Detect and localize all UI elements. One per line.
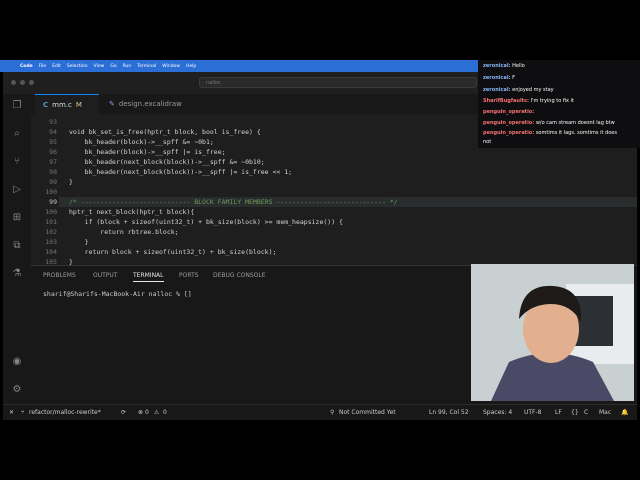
source-control-icon[interactable]: ⑂ xyxy=(11,156,23,168)
c-file-icon: C xyxy=(43,100,49,109)
code-line: } xyxy=(69,178,73,186)
code-line: bk_header(block)->__spff |= is_free; xyxy=(69,148,226,156)
line-number: 103 xyxy=(45,238,57,246)
panel-tab-problems[interactable]: PROBLEMS xyxy=(43,272,76,279)
code-line: return rbtree.block; xyxy=(69,228,179,236)
branch-name[interactable]: refactor/malloc-rewrite* xyxy=(29,409,101,416)
gear-icon[interactable]: ⚙ xyxy=(11,384,23,396)
code-line: } xyxy=(69,258,73,265)
menu-run[interactable]: Run xyxy=(123,64,132,69)
webcam-feed xyxy=(471,264,634,401)
run-debug-icon[interactable]: ▷ xyxy=(11,184,23,196)
line-number: 98 xyxy=(49,168,57,176)
code-line: bk_header(next_block(block))->__spff |= … xyxy=(69,168,293,176)
line-number: 96 xyxy=(49,148,57,156)
code-line: bk_header(block)->__spff &= ~0b1; xyxy=(69,138,214,146)
code-line: if (block + sizeof(uint32_t) + bk_size(b… xyxy=(69,218,343,226)
terminal-prompt[interactable]: sharif@Sharifs-MacBook-Air nalloc % [] xyxy=(43,290,192,298)
code-line: void bk_set_is_free(hptr_t block, bool i… xyxy=(69,128,261,136)
status-bar: ✕ ⑂ refactor/malloc-rewrite* ⟳ ⊗ 0 ⚠ 0 ⚲… xyxy=(3,404,637,420)
search-icon[interactable]: ⌕ xyxy=(11,128,23,140)
warning-count[interactable]: 0 xyxy=(163,409,167,416)
tab-label: design.excalidraw xyxy=(118,100,182,108)
minimize-window-button[interactable] xyxy=(20,80,25,85)
line-number: 100 xyxy=(45,188,57,196)
branch-icon: ⑂ xyxy=(21,409,25,416)
remote-indicator-icon[interactable]: ✕ xyxy=(9,409,14,416)
stream-chat-overlay: zeronical: Hello zeronical: F zeronical:… xyxy=(478,60,640,148)
panel-tab-debug-console[interactable]: DEBUG CONSOLE xyxy=(213,272,266,279)
chat-message: zeronical: F xyxy=(483,75,516,81)
platform[interactable]: Mac xyxy=(599,409,611,416)
line-number: 104 xyxy=(45,248,57,256)
extensions-icon[interactable]: ⊞ xyxy=(11,212,23,224)
indentation[interactable]: Spaces: 4 xyxy=(483,409,512,416)
menu-window[interactable]: Window xyxy=(162,64,180,69)
code-line: return block + sizeof(uint32_t) + bk_siz… xyxy=(69,248,277,256)
tab-label: mm.c xyxy=(52,100,72,109)
sync-icon[interactable]: ⟳ xyxy=(121,409,126,416)
chat-message: penguin_operatio: w/o cam stream doesnt … xyxy=(483,120,615,126)
warning-icon: ⚠ xyxy=(154,409,160,416)
line-number: 93 xyxy=(49,118,57,126)
code-line: /* ---------------------------- BLOCK FA… xyxy=(69,198,398,206)
tab-mm-c[interactable]: C mm.c M xyxy=(35,94,99,114)
chat-message: not xyxy=(483,139,492,145)
encoding[interactable]: UTF-8 xyxy=(524,409,542,416)
activity-bar: ❐ ⌕ ⑂ ▷ ⊞ ⧉ ⚗ ◉ ⚙ xyxy=(3,94,31,404)
code-line: bk_header(next_block(block))->__spff &= … xyxy=(69,158,265,166)
chat-message: penguin_operatio: somtims it lags. somti… xyxy=(483,130,617,136)
menu-edit[interactable]: Edit xyxy=(52,64,61,69)
modified-badge: M xyxy=(75,100,82,109)
menu-terminal[interactable]: Terminal xyxy=(137,64,156,69)
menu-selection[interactable]: Selection xyxy=(67,64,88,69)
maximize-window-button[interactable] xyxy=(29,80,34,85)
line-number: 97 xyxy=(49,158,57,166)
line-ending[interactable]: LF xyxy=(555,409,562,416)
chat-message: zeronical: enjoyed my stay xyxy=(483,87,554,93)
chat-message: SharifBugfaults: I'm trying to fix it xyxy=(483,98,574,104)
explorer-icon[interactable]: ❐ xyxy=(11,100,23,112)
line-number: 102 xyxy=(45,228,57,236)
git-blame-status[interactable]: Not Committed Yet xyxy=(339,409,396,416)
testing-icon[interactable]: ⚗ xyxy=(11,268,23,280)
line-number: 101 xyxy=(45,218,57,226)
remote-icon[interactable]: ⧉ xyxy=(11,240,23,252)
language-mode[interactable]: C xyxy=(584,409,588,416)
line-number: 99 xyxy=(49,198,57,206)
panel-tab-ports[interactable]: PORTS xyxy=(179,272,199,279)
panel-tab-output[interactable]: OUTPUT xyxy=(93,272,117,279)
menu-help[interactable]: Help xyxy=(186,64,196,69)
bell-icon[interactable]: 🔔 xyxy=(621,409,628,416)
menu-go[interactable]: Go xyxy=(110,64,116,69)
webcam-person-image xyxy=(471,264,634,401)
error-icon: ⊗ xyxy=(138,409,144,416)
menu-view[interactable]: View xyxy=(94,64,105,69)
tab-design-excalidraw[interactable]: ✎ design.excalidraw xyxy=(101,94,187,114)
chat-message: penguin_operatio: xyxy=(483,109,535,115)
menu-file[interactable]: File xyxy=(39,64,47,69)
excalidraw-icon: ✎ xyxy=(109,100,115,108)
line-number: 99 xyxy=(49,178,57,186)
line-number: 100 xyxy=(45,208,57,216)
error-count[interactable]: 0 xyxy=(145,409,149,416)
git-blame-icon: ⚲ xyxy=(330,409,335,416)
line-number: 95 xyxy=(49,138,57,146)
braces-icon: {} xyxy=(571,409,579,416)
menubar-app[interactable]: Code xyxy=(20,64,33,69)
code-line: hptr_t next_block(hptr_t block){ xyxy=(69,208,195,216)
line-number: 105 xyxy=(45,258,57,265)
account-icon[interactable]: ◉ xyxy=(11,356,23,368)
command-center-search[interactable]: nalloc xyxy=(199,77,477,88)
close-window-button[interactable] xyxy=(11,80,16,85)
panel-tab-terminal[interactable]: TERMINAL xyxy=(133,272,164,282)
chat-message: zeronical: Hello xyxy=(483,63,525,69)
code-line: } xyxy=(69,238,89,246)
cursor-position[interactable]: Ln 99, Col 52 xyxy=(429,409,469,416)
line-number: 94 xyxy=(49,128,57,136)
